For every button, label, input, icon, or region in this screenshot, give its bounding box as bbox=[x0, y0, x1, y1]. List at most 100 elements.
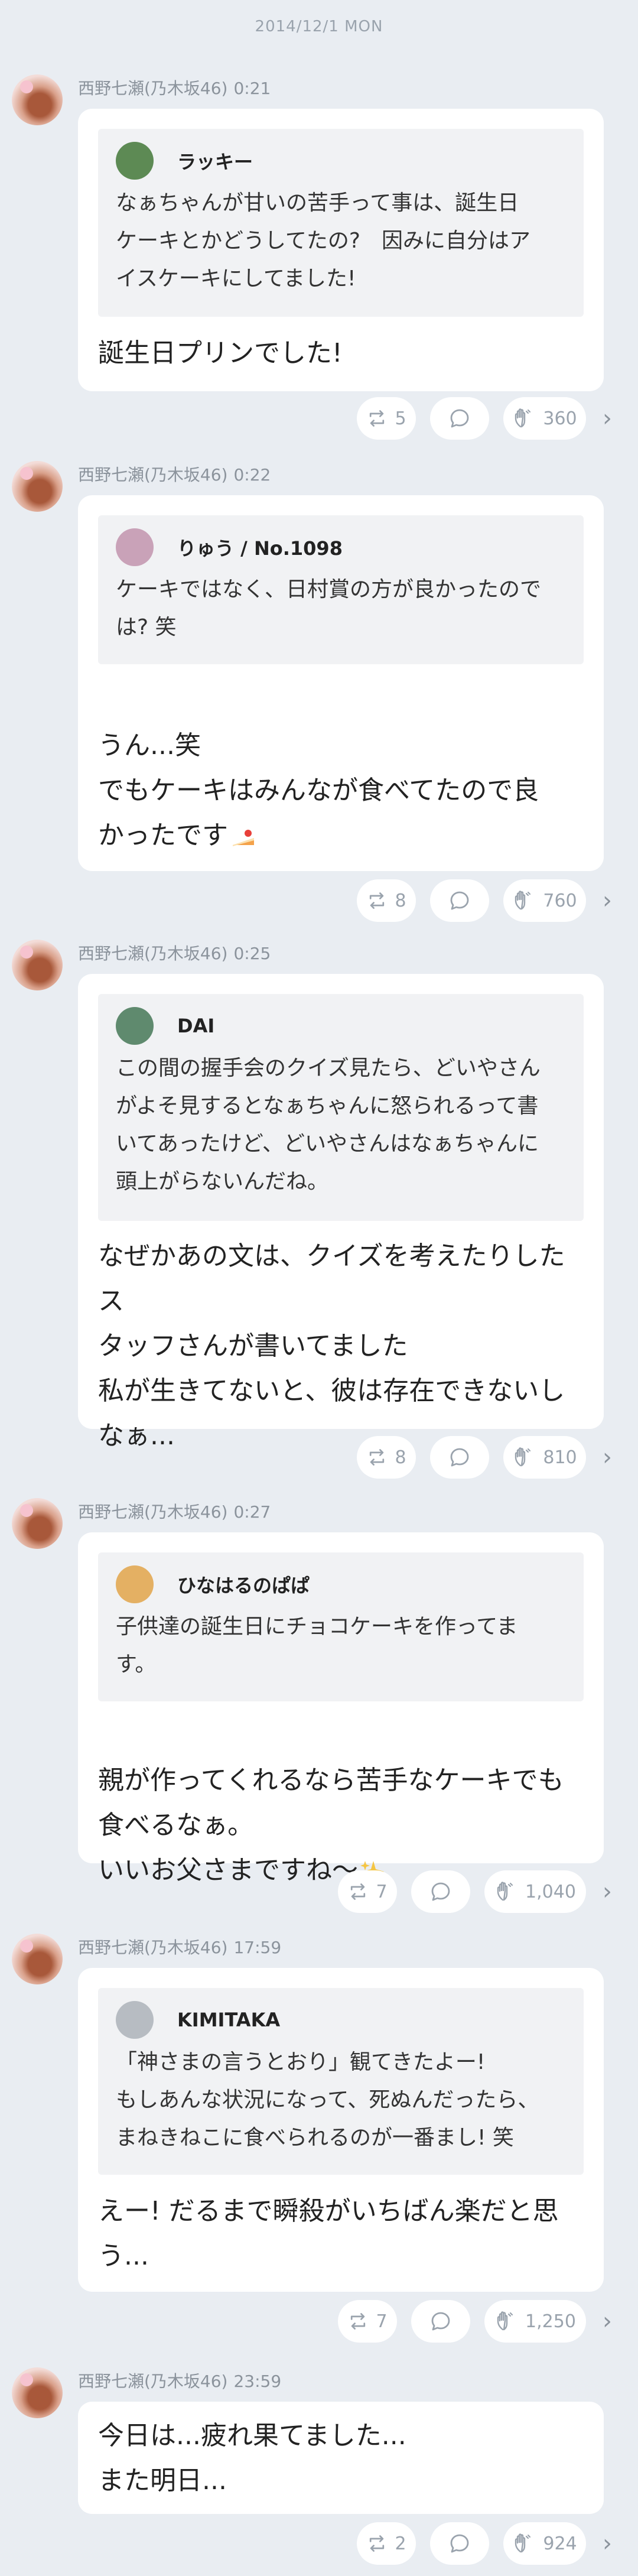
retweet-button[interactable]: 7 bbox=[338, 1870, 397, 1913]
retweet-count: 8 bbox=[395, 890, 406, 911]
clap-button[interactable]: 810 bbox=[503, 1436, 586, 1479]
date-header: 2014/12/1 MON bbox=[255, 18, 383, 35]
timestamp: 0:25 bbox=[233, 944, 271, 963]
author-avatar[interactable] bbox=[12, 940, 63, 990]
timestamp: 0:22 bbox=[233, 465, 271, 485]
asker-name: DAI bbox=[177, 1015, 215, 1037]
author-name: 西野七瀬(乃木坂46) bbox=[78, 944, 228, 963]
clap-button[interactable]: 1,040 bbox=[484, 1870, 586, 1913]
retweet-icon bbox=[347, 2311, 369, 2332]
asker-avatar bbox=[116, 2001, 154, 2039]
quoted-question: DAI この間の握手会のクイズ見たら、どいやさん がよそ見するとなぁちゃんに怒ら… bbox=[98, 994, 584, 1221]
retweet-button[interactable]: 5 bbox=[357, 397, 416, 440]
chevron-right-icon[interactable]: › bbox=[600, 2530, 614, 2557]
message-meta: 西野七瀬(乃木坂46) 0:22 bbox=[78, 462, 271, 486]
message-item: 西野七瀬(乃木坂46) 17:59 KIMITAKA 「神さまの言うとおり」観てき… bbox=[0, 1934, 638, 2343]
retweet-count: 2 bbox=[395, 2533, 406, 2554]
message-meta: 西野七瀬(乃木坂46) 0:21 bbox=[78, 76, 271, 99]
chevron-right-icon[interactable]: › bbox=[600, 405, 614, 432]
message-bubble: ラッキー なぁちゃんが甘いの苦手って事は、誕生日 ケーキとかどうしてたの? 因み… bbox=[78, 109, 604, 391]
author-name: 西野七瀬(乃木坂46) bbox=[78, 79, 228, 98]
retweet-button[interactable]: 7 bbox=[338, 2300, 397, 2343]
message-bubble: DAI この間の握手会のクイズ見たら、どいやさん がよそ見するとなぁちゃんに怒ら… bbox=[78, 974, 604, 1451]
message-meta: 西野七瀬(乃木坂46) 23:59 bbox=[78, 2369, 281, 2392]
comment-button[interactable] bbox=[411, 2300, 470, 2343]
action-bar: 7 1,040 › bbox=[338, 1870, 614, 1913]
author-name: 西野七瀬(乃木坂46) bbox=[78, 1938, 228, 1957]
comment-button[interactable] bbox=[411, 1870, 470, 1913]
message-item: 西野七瀬(乃木坂46) 23:59 今日は...疲れ果てました... また明日..… bbox=[0, 2367, 638, 2571]
reply-text: 親が作ってくれるなら苦手なケーキでも 食べるなぁ。 いいお父さまですね〜 bbox=[98, 1713, 586, 1893]
cake-icon bbox=[233, 830, 254, 846]
clap-count: 1,040 bbox=[525, 1881, 576, 1902]
clap-button[interactable]: 924 bbox=[503, 2522, 586, 2565]
comment-icon bbox=[448, 889, 471, 912]
author-name: 西野七瀬(乃木坂46) bbox=[78, 465, 228, 485]
asker-name: ひなはるのぱぱ bbox=[177, 1574, 310, 1597]
chevron-right-icon[interactable]: › bbox=[600, 1444, 614, 1471]
clap-button[interactable]: 1,250 bbox=[484, 2300, 586, 2343]
message-meta: 西野七瀬(乃木坂46) 0:25 bbox=[78, 941, 271, 964]
retweet-icon bbox=[366, 408, 388, 429]
action-bar: 2 924 › bbox=[357, 2522, 614, 2565]
timestamp: 0:27 bbox=[233, 1502, 271, 1522]
comment-icon bbox=[448, 1445, 471, 1469]
message-meta: 西野七瀬(乃木坂46) 0:27 bbox=[78, 1499, 271, 1523]
question-text: なぁちゃんが甘いの苦手って事は、誕生日 ケーキとかどうしてたの? 因みに自分はア… bbox=[116, 191, 531, 291]
question-text: この間の握手会のクイズ見たら、どいやさん がよそ見するとなぁちゃんに怒られるって… bbox=[116, 1056, 541, 1194]
clap-count: 1,250 bbox=[525, 2311, 576, 2332]
question-text: ケーキではなく、日村賞の方が良かったので は? 笑 bbox=[116, 577, 542, 639]
clap-count: 810 bbox=[543, 1447, 577, 1468]
retweet-button[interactable]: 2 bbox=[357, 2522, 416, 2565]
retweet-icon bbox=[366, 1447, 388, 1468]
quoted-question: KIMITAKA 「神さまの言うとおり」観てきたよー! もしあんな状況になって、… bbox=[98, 1988, 584, 2175]
reply-text: なぜかあの文は、クイズを考えたりしたス タッフさんが書いてました 私が生きてない… bbox=[98, 1241, 565, 1451]
timestamp: 17:59 bbox=[233, 1938, 282, 1957]
comment-button[interactable] bbox=[430, 879, 489, 922]
clap-count: 360 bbox=[543, 408, 577, 429]
action-bar: 8 760 › bbox=[357, 879, 614, 922]
clap-icon bbox=[512, 1445, 536, 1469]
retweet-icon bbox=[366, 890, 388, 911]
author-avatar[interactable] bbox=[12, 2367, 63, 2418]
comment-button[interactable] bbox=[430, 397, 489, 440]
message-bubble: りゅう / No.1098 ケーキではなく、日村賞の方が良かったので は? 笑 … bbox=[78, 495, 604, 871]
chevron-right-icon[interactable]: › bbox=[600, 887, 614, 914]
author-avatar[interactable] bbox=[12, 1498, 63, 1549]
clap-icon bbox=[512, 2532, 536, 2555]
message-item: 西野七瀬(乃木坂46) 0:25 DAI この間の握手会のクイズ見たら、どいやさん… bbox=[0, 940, 638, 1479]
chevron-right-icon[interactable]: › bbox=[600, 2308, 614, 2335]
action-bar: 7 1,250 › bbox=[338, 2300, 614, 2343]
clap-icon bbox=[494, 1880, 518, 1903]
quoted-question: りゅう / No.1098 ケーキではなく、日村賞の方が良かったので は? 笑 bbox=[98, 515, 584, 664]
action-bar: 8 810 › bbox=[357, 1436, 614, 1479]
message-bubble: ひなはるのぱぱ 子供達の誕生日にチョコケーキを作ってま す。 親が作ってくれるな… bbox=[78, 1532, 604, 1885]
author-avatar[interactable] bbox=[12, 461, 63, 512]
clap-button[interactable]: 760 bbox=[503, 879, 586, 922]
quoted-question: ひなはるのぱぱ 子供達の誕生日にチョコケーキを作ってま す。 bbox=[98, 1552, 584, 1701]
retweet-icon bbox=[347, 1881, 369, 1902]
comment-button[interactable] bbox=[430, 2522, 489, 2565]
retweet-button[interactable]: 8 bbox=[357, 879, 416, 922]
action-bar: 5 360 › bbox=[357, 397, 614, 440]
retweet-count: 8 bbox=[395, 1447, 406, 1468]
reply-text: うん...笑 でもケーキはみんなが食べてたので良 かったです bbox=[98, 678, 586, 858]
message-item: 西野七瀬(乃木坂46) 0:21 ラッキー なぁちゃんが甘いの苦手って事は、誕生日… bbox=[0, 74, 638, 441]
chevron-right-icon[interactable]: › bbox=[600, 1878, 614, 1905]
reply-text-content: うん...笑 でもケーキはみんなが食べてたので良 かったです bbox=[98, 730, 539, 850]
quoted-question: ラッキー なぁちゃんが甘いの苦手って事は、誕生日 ケーキとかどうしてたの? 因み… bbox=[98, 129, 584, 317]
comment-button[interactable] bbox=[430, 1436, 489, 1479]
clap-button[interactable]: 360 bbox=[503, 397, 586, 440]
message-bubble: 今日は...疲れ果てました... また明日... bbox=[78, 2402, 604, 2514]
question-text: 子供達の誕生日にチョコケーキを作ってま す。 bbox=[116, 1615, 518, 1677]
asker-name: KIMITAKA bbox=[177, 2009, 281, 2031]
message-bubble: KIMITAKA 「神さまの言うとおり」観てきたよー! もしあんな状況になって、… bbox=[78, 1968, 604, 2292]
retweet-button[interactable]: 8 bbox=[357, 1436, 416, 1479]
reply-text-content: 親が作ってくれるなら苦手なケーキでも 食べるなぁ。 いいお父さまですね〜 bbox=[98, 1765, 564, 1885]
author-avatar[interactable] bbox=[12, 74, 63, 125]
clap-count: 924 bbox=[543, 2533, 577, 2554]
asker-name: ラッキー bbox=[177, 151, 253, 173]
author-avatar[interactable] bbox=[12, 1934, 63, 1984]
author-name: 西野七瀬(乃木坂46) bbox=[78, 2372, 228, 2391]
asker-name: りゅう / No.1098 bbox=[177, 537, 343, 560]
